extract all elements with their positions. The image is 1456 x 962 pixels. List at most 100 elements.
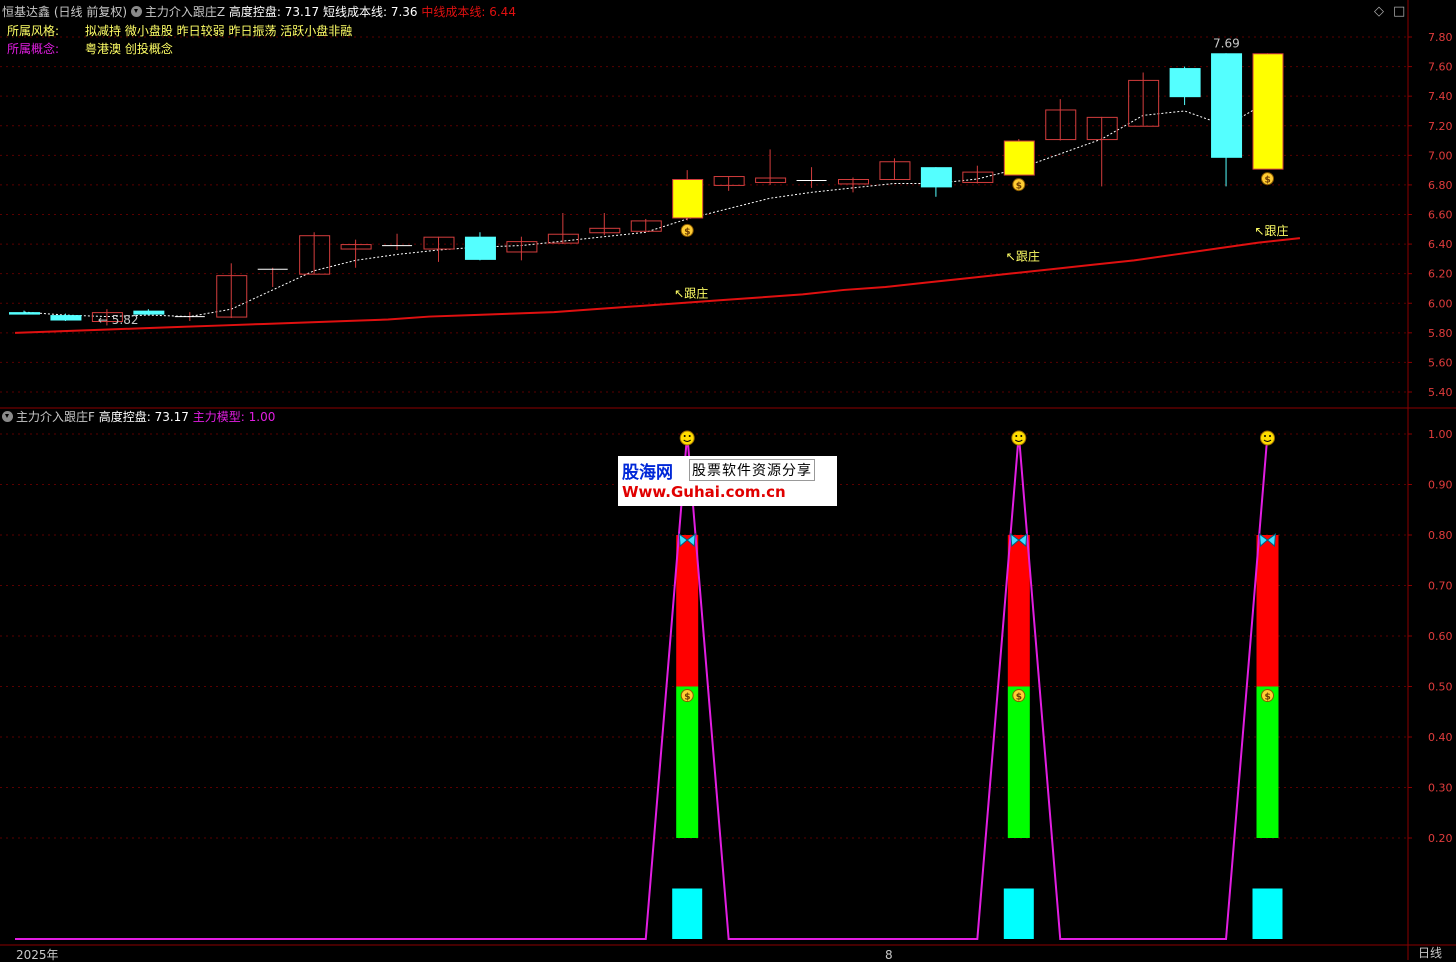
smiley-icon xyxy=(1011,430,1027,446)
short-cost-line-layer xyxy=(23,101,1268,318)
smiley-eye xyxy=(1015,435,1018,437)
red-bar xyxy=(1256,535,1279,687)
money-bag-glyph: $ xyxy=(1016,693,1022,703)
indicator1-control-value: 高度控盘: 73.17 xyxy=(228,5,320,19)
y-tick-label: 7.80 xyxy=(1428,31,1453,44)
smiley-icon xyxy=(1260,430,1275,446)
maximize-icon[interactable]: □ xyxy=(1393,4,1405,19)
money-bag-icon: $ xyxy=(680,223,694,237)
watermark-slogan: 股票软件资源分享 xyxy=(689,459,815,481)
candle xyxy=(174,312,205,321)
y-tick-label: 0.90 xyxy=(1428,479,1453,492)
green-bar xyxy=(676,686,699,838)
y-tick-label: 5.60 xyxy=(1428,356,1453,369)
candle xyxy=(547,213,579,245)
candle-body xyxy=(1169,68,1201,98)
y-tick-label: 0.20 xyxy=(1428,832,1453,845)
money-bag-glyph: $ xyxy=(1016,182,1022,192)
restore-icon[interactable]: ◇ xyxy=(1374,4,1384,19)
annotation-label: ↖跟庄 xyxy=(674,285,708,300)
green-bar xyxy=(1256,686,1279,838)
stock-name[interactable]: 恒基达鑫 xyxy=(2,5,50,19)
candle-body xyxy=(920,167,952,188)
candle-body xyxy=(1211,53,1243,158)
money-bag-glyph: $ xyxy=(1265,693,1271,703)
candle xyxy=(1086,116,1118,187)
stacked-bar xyxy=(1252,535,1283,939)
candle-body xyxy=(464,236,496,260)
candle xyxy=(630,218,662,232)
style-label: 所属风格: xyxy=(7,24,60,38)
y-tick-label: 7.20 xyxy=(1428,120,1453,133)
candle xyxy=(257,267,288,287)
candle xyxy=(382,233,413,250)
main-panel-header: 恒基达鑫 (日线 前复权) 主力介入跟庄Z 高度控盘: 73.17 短线成本线:… xyxy=(2,5,516,19)
y-tick-label: 6.20 xyxy=(1428,268,1453,281)
red-bar xyxy=(676,535,699,687)
candle-body xyxy=(1003,140,1035,176)
short-cost-line xyxy=(23,101,1268,318)
dropdown-icon[interactable] xyxy=(2,411,13,422)
candle xyxy=(423,236,455,262)
candle xyxy=(1211,53,1243,187)
y-tick-label: 0.60 xyxy=(1428,630,1453,643)
indicator2-name[interactable]: 主力介入跟庄F xyxy=(16,410,95,424)
candle-body xyxy=(50,315,82,321)
candle xyxy=(755,149,787,185)
mid-cost-line xyxy=(14,237,1301,334)
money-bag-glyph: $ xyxy=(684,693,690,703)
style-row: 所属风格: 拟减持 微小盘股 昨日较弱 昨日振荡 活跃小盘非融 xyxy=(7,24,352,38)
concept-value: 粤港澳 创投概念 xyxy=(85,42,173,56)
period-mode: (日线 前复权) xyxy=(53,5,128,19)
candle xyxy=(1128,72,1160,127)
mid-cost-line-layer xyxy=(14,237,1301,334)
y-tick-label: 0.40 xyxy=(1428,731,1453,744)
stacked-bar xyxy=(1003,535,1034,939)
y-tick-label: 5.80 xyxy=(1428,327,1453,340)
concept-label: 所属概念: xyxy=(7,42,60,56)
y-tick-label: 6.40 xyxy=(1428,238,1453,251)
smiley-face xyxy=(1011,430,1027,446)
smiley-face xyxy=(1260,430,1275,446)
money-bag-icon: $ xyxy=(1012,178,1026,192)
y-tick-label: 0.30 xyxy=(1428,782,1453,795)
indicator1-name[interactable]: 主力介入跟庄Z xyxy=(145,5,225,19)
candle xyxy=(1045,99,1077,141)
y-tick-label: 6.00 xyxy=(1428,297,1453,310)
smiley-icon xyxy=(679,430,695,446)
y-tick-label: 7.40 xyxy=(1428,90,1453,103)
candle xyxy=(464,232,496,261)
candle xyxy=(713,176,745,191)
money-bag-icon: $ xyxy=(1261,172,1274,186)
concept-row: 所属概念: 粤港澳 创投概念 xyxy=(7,42,173,56)
candle xyxy=(672,170,704,221)
candle xyxy=(50,313,82,321)
dropdown-icon[interactable] xyxy=(130,6,142,17)
candlestick-series xyxy=(9,53,1284,326)
green-bar xyxy=(1007,686,1030,838)
candle xyxy=(1003,139,1035,176)
candle-body xyxy=(672,179,704,219)
money-bag-glyph: $ xyxy=(684,227,690,237)
money-bag-glyph: $ xyxy=(1265,176,1271,186)
sub-panel-y-axis: 0.20 0.30 0.40 0.50 0.60 0.70 0.80 0.90 1.00 xyxy=(1408,428,1453,845)
period-label[interactable]: 日线 xyxy=(1418,946,1442,960)
red-bar xyxy=(1007,535,1030,687)
sub-panel-header: 主力介入跟庄F 高度控盘: 73.17 主力模型: 1.00 xyxy=(2,410,275,424)
y-tick-label: 5.40 xyxy=(1428,386,1453,399)
watermark-brand: 股海网 xyxy=(622,463,673,483)
y-tick-label: 0.80 xyxy=(1428,529,1453,542)
candle xyxy=(879,158,911,180)
candle xyxy=(506,236,538,261)
annotation-label: ↖跟庄 xyxy=(1006,248,1040,263)
candle xyxy=(920,167,952,197)
cyan-bar xyxy=(672,888,703,939)
annotation-label: ↖跟庄 xyxy=(1255,223,1289,238)
candle xyxy=(216,263,248,319)
candle xyxy=(962,165,994,184)
style-value: 拟减持 微小盘股 昨日较弱 昨日振荡 活跃小盘非融 xyxy=(85,24,353,38)
smiley-face xyxy=(679,430,695,446)
y-tick-label: 6.80 xyxy=(1428,179,1453,192)
y-tick-label: 7.60 xyxy=(1428,61,1453,74)
indicator2-model-value: 主力模型: 1.00 xyxy=(192,410,276,424)
